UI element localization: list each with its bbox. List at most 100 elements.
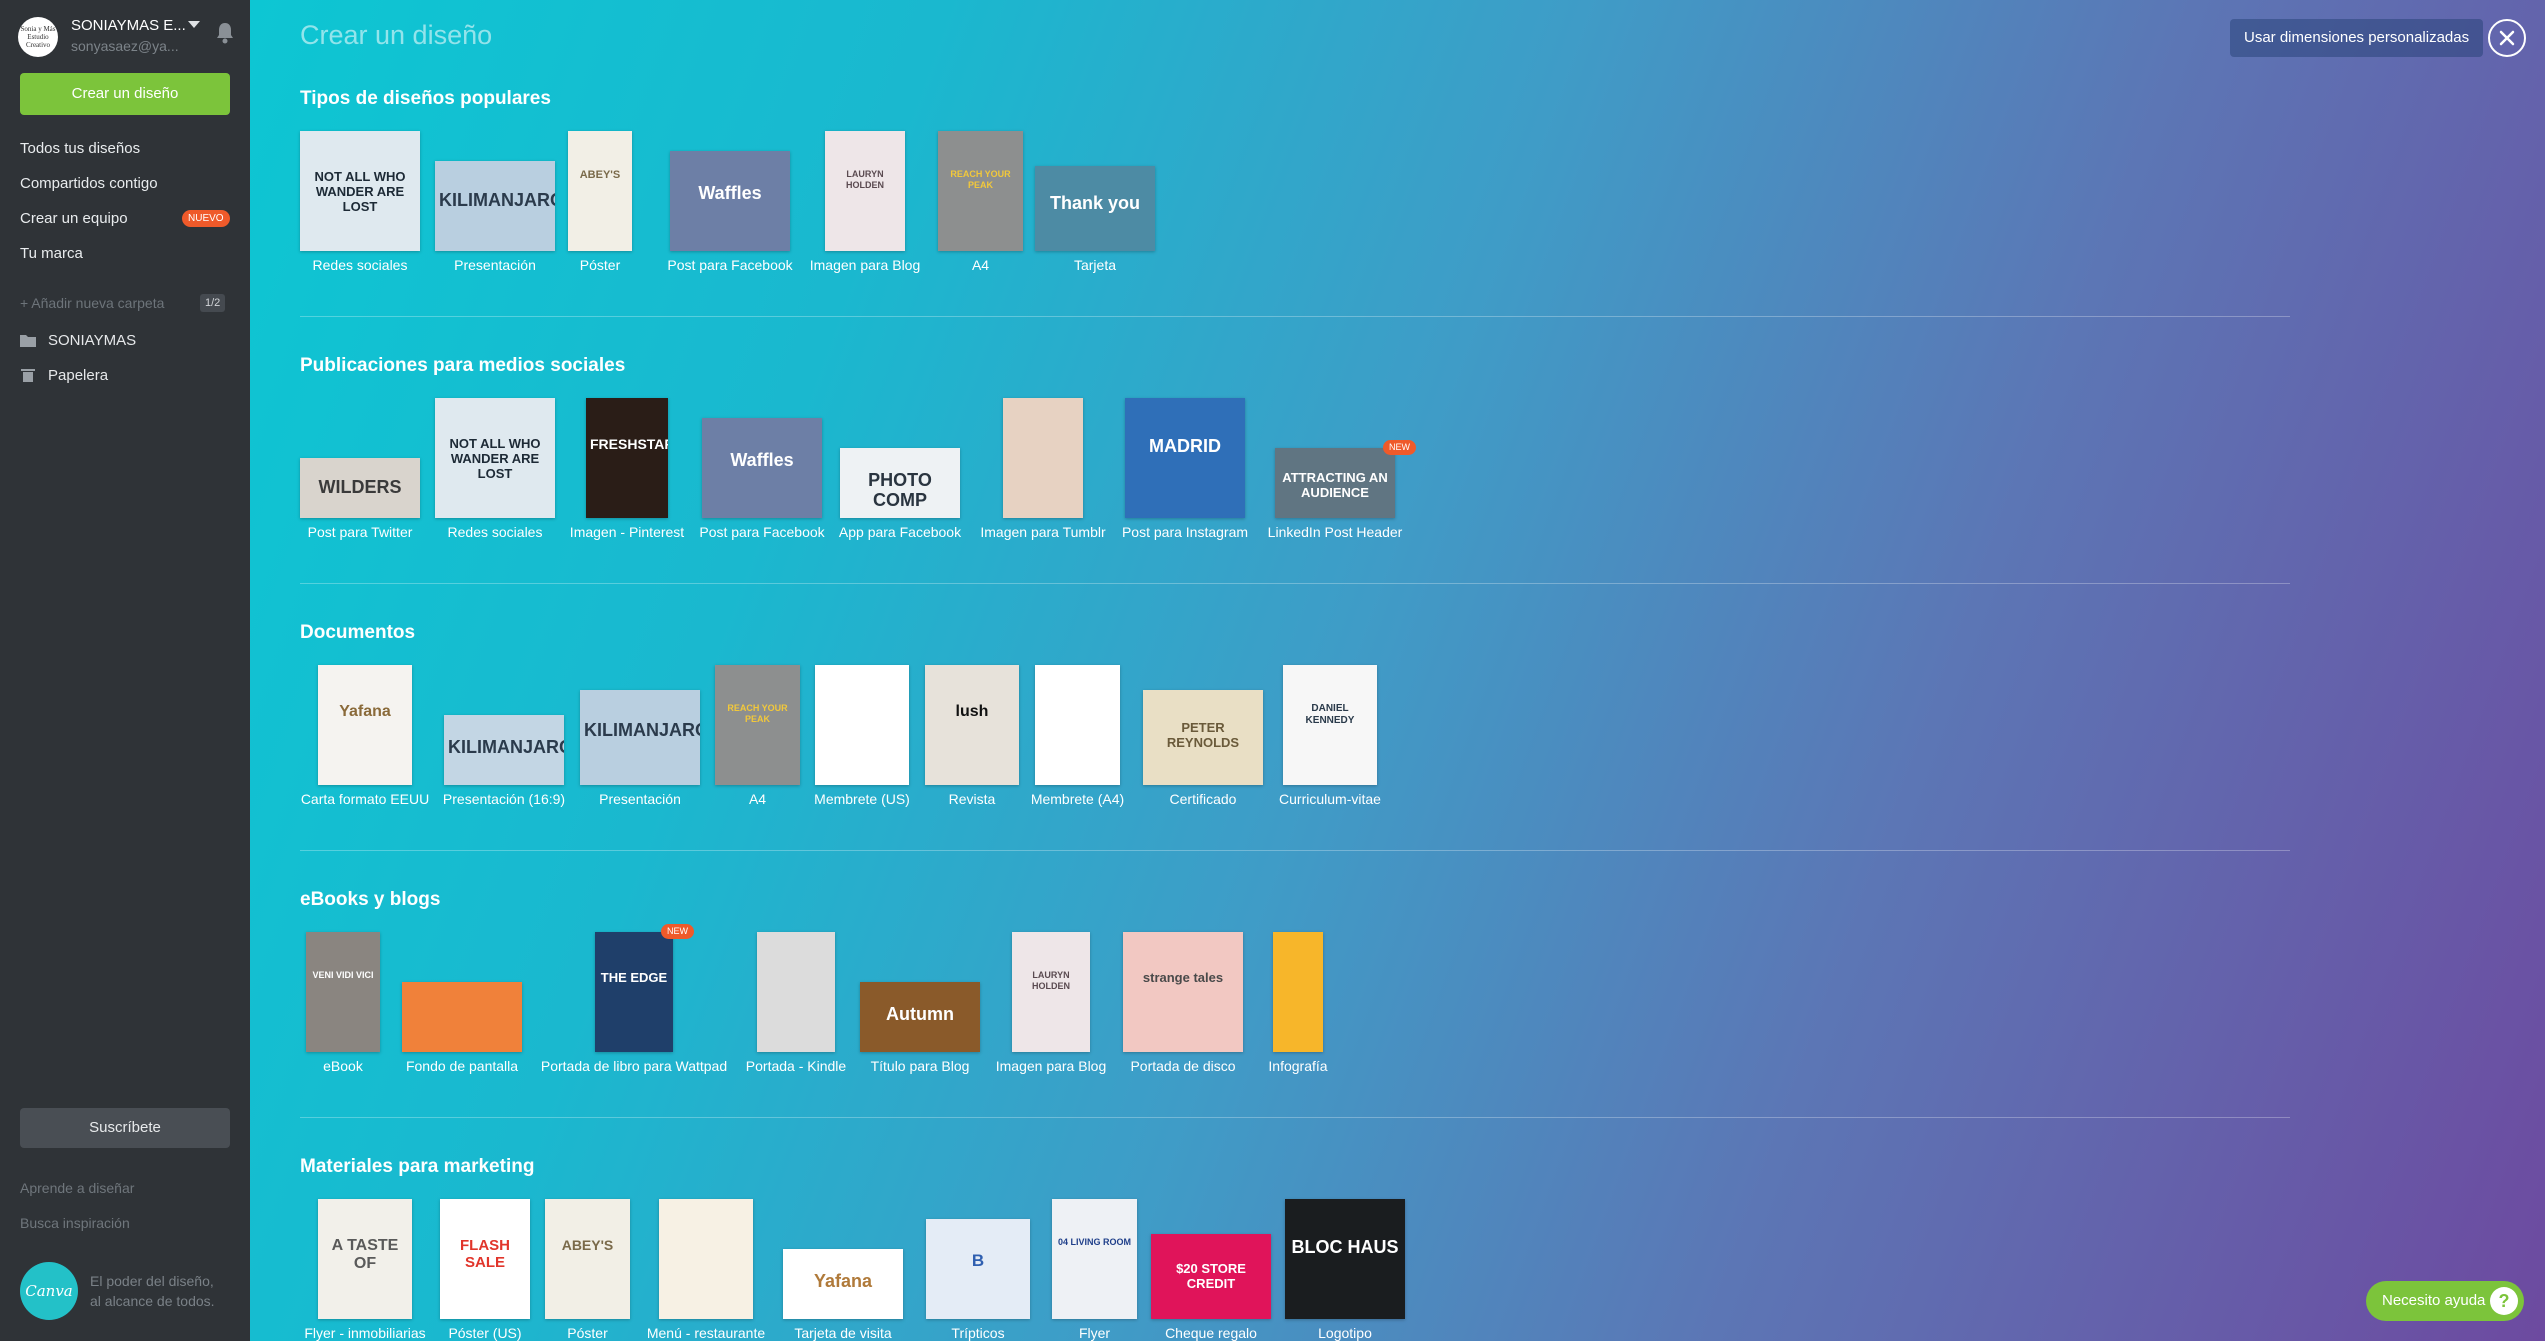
design-type-label[interactable]: Membrete (US)	[814, 791, 910, 807]
design-thumbnail[interactable]	[1003, 398, 1083, 518]
nav-your-brand[interactable]: Tu marca	[20, 245, 83, 262]
design-thumbnail[interactable]: Yafana	[318, 665, 412, 785]
design-type-label[interactable]: Imagen para Blog	[996, 1058, 1107, 1074]
design-thumbnail[interactable]: A TASTE OF	[318, 1199, 412, 1319]
design-type-label[interactable]: App para Facebook	[839, 524, 961, 540]
design-thumbnail[interactable]: $20 STORE CREDIT	[1151, 1234, 1271, 1319]
create-design-button[interactable]: Crear un diseño	[20, 73, 230, 115]
design-type-label[interactable]: Flyer - inmobiliarias	[304, 1325, 425, 1341]
close-icon[interactable]	[2488, 19, 2526, 57]
design-thumbnail[interactable]: WILDERS	[300, 458, 420, 518]
design-type-label[interactable]: Infografía	[1268, 1058, 1327, 1074]
account-name[interactable]: SONIAYMAS E...	[71, 17, 186, 34]
design-type-label[interactable]: Fondo de pantalla	[406, 1058, 518, 1074]
design-thumbnail[interactable]	[1273, 932, 1323, 1052]
design-type-label[interactable]: Póster	[567, 1325, 607, 1341]
design-thumbnail[interactable]: Waffles	[702, 418, 822, 518]
design-type-label[interactable]: A4	[749, 791, 766, 807]
bell-icon[interactable]	[214, 21, 236, 45]
design-type-label[interactable]: Carta formato EEUU	[301, 791, 429, 807]
design-type-label[interactable]: Portada - Kindle	[746, 1058, 846, 1074]
design-type-label[interactable]: Flyer	[1079, 1325, 1110, 1341]
design-thumbnail[interactable]: REACH YOUR PEAK	[715, 665, 800, 785]
design-type-label[interactable]: Imagen - Pinterest	[570, 524, 684, 540]
design-thumbnail[interactable]: NOT ALL WHO WANDER ARE LOST	[300, 131, 420, 251]
design-thumbnail[interactable]: FLASH SALE	[440, 1199, 530, 1319]
design-thumbnail[interactable]: PHOTO COMP	[840, 448, 960, 518]
design-thumbnail[interactable]	[659, 1199, 753, 1319]
design-type-label[interactable]: Tarjeta	[1074, 257, 1116, 273]
design-thumbnail[interactable]: KILIMANJARO	[444, 715, 564, 785]
design-type-label[interactable]: Imagen para Tumblr	[980, 524, 1105, 540]
design-type-label[interactable]: Post para Twitter	[308, 524, 413, 540]
design-type-label[interactable]: Portada de libro para Wattpad	[541, 1058, 727, 1074]
account-menu[interactable]: Sonia y Más Estudio Creativo SONIAYMAS E…	[18, 15, 248, 60]
design-type-label[interactable]: Menú - restaurante	[647, 1325, 765, 1341]
design-thumbnail[interactable]: MADRID	[1125, 398, 1245, 518]
subscribe-button[interactable]: Suscríbete	[20, 1108, 230, 1148]
nav-all-designs[interactable]: Todos tus diseños	[20, 140, 140, 157]
design-thumbnail[interactable]: Thank you	[1035, 166, 1155, 251]
design-type-label[interactable]: Tarjeta de visita	[794, 1325, 891, 1341]
add-folder-button[interactable]: + Añadir nueva carpeta	[20, 295, 164, 311]
canva-logo[interactable]: Canva	[20, 1262, 78, 1320]
design-thumbnail[interactable]	[757, 932, 835, 1052]
design-type-label[interactable]: Póster (US)	[448, 1325, 521, 1341]
design-type-label[interactable]: Revista	[949, 791, 996, 807]
design-type-label[interactable]: Portada de disco	[1130, 1058, 1235, 1074]
design-type-label[interactable]: Imagen para Blog	[810, 257, 921, 273]
design-type-label[interactable]: Logotipo	[1318, 1325, 1372, 1341]
design-type-label[interactable]: Curriculum-vitae	[1279, 791, 1381, 807]
design-type-label[interactable]: eBook	[323, 1058, 363, 1074]
help-button[interactable]: Necesito ayuda ?	[2366, 1281, 2524, 1321]
design-thumbnail[interactable]: REACH YOUR PEAK	[938, 131, 1023, 251]
design-thumbnail[interactable]: PETER REYNOLDS	[1143, 690, 1263, 785]
design-thumbnail[interactable]: FRESHSTART	[586, 398, 668, 518]
design-thumbnail[interactable]: Yafana	[783, 1249, 903, 1319]
folder-trash[interactable]: Papelera	[20, 367, 108, 384]
design-type-label[interactable]: Certificado	[1170, 791, 1237, 807]
design-thumbnail[interactable]: KILIMANJARO	[435, 161, 555, 251]
design-type-label[interactable]: LinkedIn Post Header	[1268, 524, 1403, 540]
design-thumbnail[interactable]: LAURYN HOLDEN	[825, 131, 905, 251]
design-type-label[interactable]: Cheque regalo	[1165, 1325, 1257, 1341]
design-thumbnail[interactable]: strange tales	[1123, 932, 1243, 1052]
chevron-down-icon[interactable]	[188, 21, 200, 28]
design-type-label[interactable]: Membrete (A4)	[1031, 791, 1124, 807]
folder-soniaymas[interactable]: SONIAYMAS	[20, 332, 136, 349]
design-type-label[interactable]: Título para Blog	[871, 1058, 970, 1074]
design-type-label[interactable]: Post para Instagram	[1122, 524, 1248, 540]
design-thumbnail[interactable]: DANIEL KENNEDY	[1283, 665, 1377, 785]
design-type-label[interactable]: Presentación (16:9)	[443, 791, 565, 807]
design-thumbnail[interactable]: Waffles	[670, 151, 790, 251]
design-thumbnail[interactable]: ABEY'S	[568, 131, 632, 251]
design-thumbnail[interactable]: 04 LIVING ROOM	[1052, 1199, 1137, 1319]
design-thumbnail[interactable]	[402, 982, 522, 1052]
nav-shared-with-you[interactable]: Compartidos contigo	[20, 175, 158, 192]
design-thumbnail[interactable]	[1035, 665, 1120, 785]
design-type-label[interactable]: A4	[972, 257, 989, 273]
custom-dimensions-button[interactable]: Usar dimensiones personalizadas	[2230, 19, 2484, 57]
design-thumbnail[interactable]: ATTRACTING AN AUDIENCE	[1275, 448, 1395, 518]
design-thumbnail[interactable]: THE EDGE	[595, 932, 673, 1052]
design-thumbnail[interactable]	[815, 665, 909, 785]
design-thumbnail[interactable]: LAURYN HOLDEN	[1012, 932, 1090, 1052]
design-thumbnail[interactable]: B	[926, 1219, 1030, 1319]
avatar[interactable]: Sonia y Más Estudio Creativo	[18, 17, 58, 57]
find-inspiration-link[interactable]: Busca inspiración	[20, 1215, 130, 1231]
design-type-label[interactable]: Redes sociales	[448, 524, 543, 540]
design-thumbnail[interactable]: ABEY'S	[545, 1199, 630, 1319]
design-thumbnail[interactable]: VENI VIDI VICI	[306, 932, 380, 1052]
design-thumbnail[interactable]: KILIMANJARO	[580, 690, 700, 785]
design-type-label[interactable]: Redes sociales	[313, 257, 408, 273]
design-thumbnail[interactable]: NOT ALL WHO WANDER ARE LOST	[435, 398, 555, 518]
design-type-label[interactable]: Póster	[580, 257, 620, 273]
design-type-label[interactable]: Post para Facebook	[699, 524, 824, 540]
learn-design-link[interactable]: Aprende a diseñar	[20, 1180, 134, 1196]
design-type-label[interactable]: Post para Facebook	[667, 257, 792, 273]
design-thumbnail[interactable]: BLOC HAUS	[1285, 1199, 1405, 1319]
design-type-label[interactable]: Trípticos	[951, 1325, 1004, 1341]
design-type-label[interactable]: Presentación	[454, 257, 536, 273]
nav-create-team[interactable]: Crear un equipo	[20, 210, 128, 227]
design-thumbnail[interactable]: Autumn	[860, 982, 980, 1052]
